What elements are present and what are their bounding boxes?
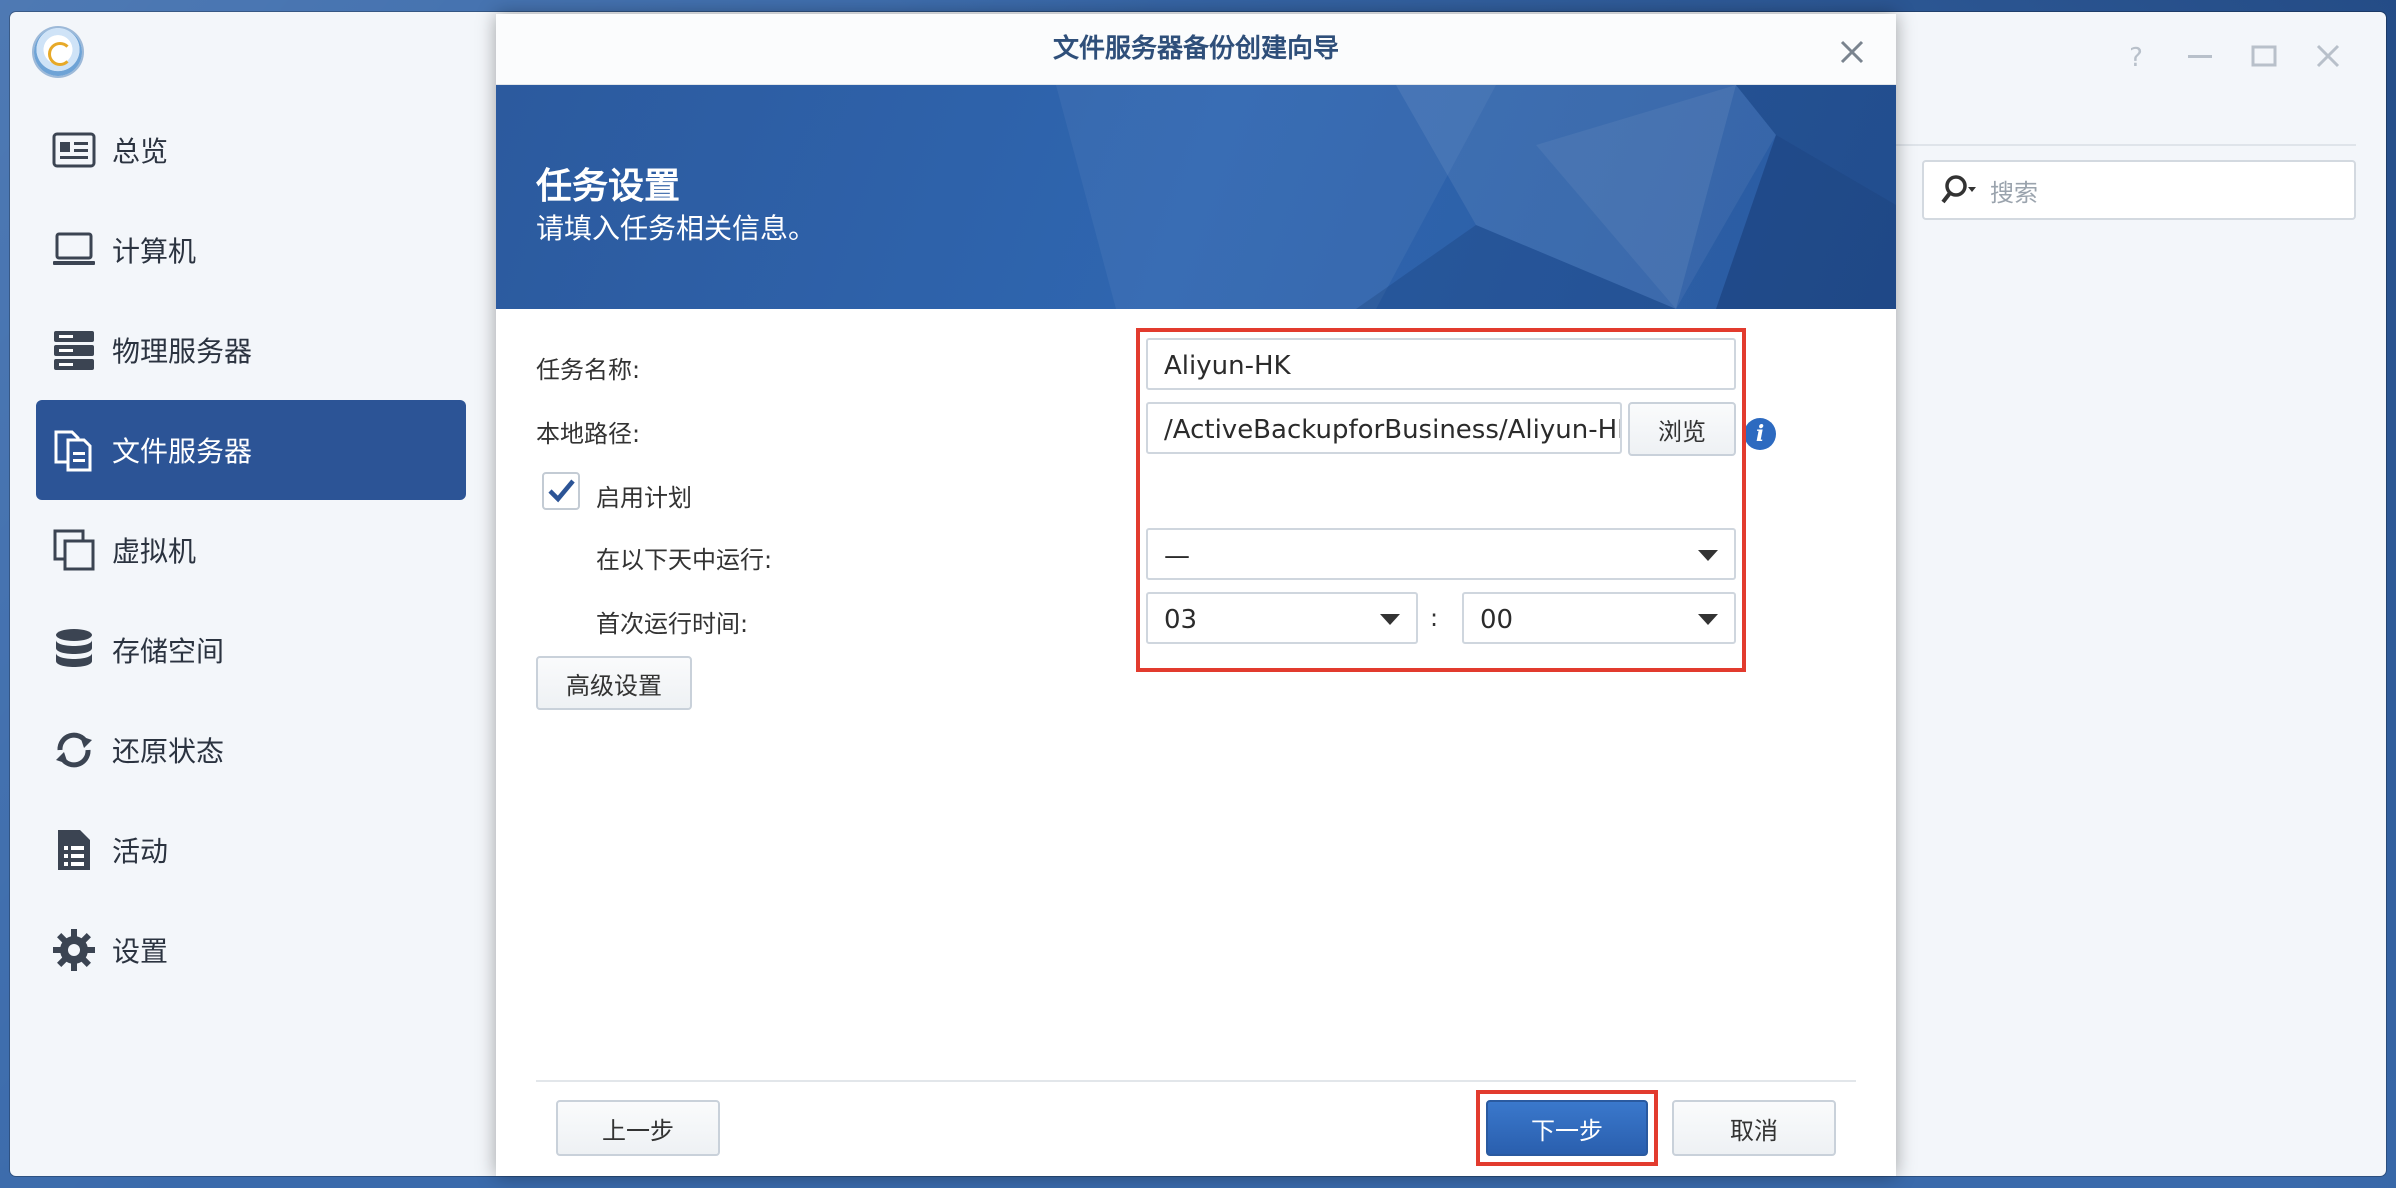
task-name-label: 任务名称: xyxy=(536,356,641,384)
dialog-title: 文件服务器备份创建向导 xyxy=(1052,34,1339,64)
active-backup-logo-icon xyxy=(34,28,82,76)
wizard-banner: 任务设置 请填入任务相关信息。 xyxy=(496,85,1896,309)
advanced-settings-label: 高级设置 xyxy=(566,671,662,700)
checkmark-icon xyxy=(548,479,575,503)
toolbar-divider xyxy=(1890,144,2356,146)
dialog-title-bar: 文件服务器备份创建向导 xyxy=(496,14,1896,85)
svg-text:?: ? xyxy=(2129,43,2143,73)
sidebar-item-physical-server[interactable]: 物理服务器 xyxy=(36,300,466,400)
search-input[interactable]: 搜索 xyxy=(1922,160,2356,220)
sidebar-item-virtual-machine[interactable]: 虚拟机 xyxy=(36,500,466,600)
local-path-label: 本地路径: xyxy=(536,420,641,448)
footer-divider xyxy=(536,1080,1856,1082)
activity-list-icon xyxy=(50,826,98,874)
next-button[interactable]: 下一步 xyxy=(1486,1100,1648,1156)
sidebar-item-label: 总览 xyxy=(112,135,169,168)
sidebar-item-label: 存储空间 xyxy=(112,635,225,668)
sidebar-item-storage[interactable]: 存储空间 xyxy=(36,600,466,700)
enable-schedule-label: 启用计划 xyxy=(596,484,692,512)
help-icon[interactable]: ? xyxy=(2116,36,2156,76)
banner-polygon-pattern xyxy=(1056,85,1896,309)
file-server-icon xyxy=(50,426,98,474)
run-days-label: 在以下天中运行: xyxy=(596,546,773,574)
virtual-machine-icon xyxy=(50,526,98,574)
maximize-icon[interactable] xyxy=(2244,36,2284,76)
sidebar-item-label: 还原状态 xyxy=(112,735,225,768)
sidebar-item-label: 物理服务器 xyxy=(112,335,253,368)
sidebar-item-label: 活动 xyxy=(112,835,169,868)
database-icon xyxy=(50,626,98,674)
next-button-label: 下一步 xyxy=(1531,1116,1603,1145)
laptop-icon xyxy=(50,226,98,274)
minimize-icon[interactable] xyxy=(2180,36,2220,76)
sidebar-item-settings[interactable]: 设置 xyxy=(36,900,466,1000)
wizard-dialog: 文件服务器备份创建向导 任务设置 请填入任务相关信息。 任务名称: Aliyun… xyxy=(496,14,1896,1176)
sidebar: 总览 计算机 物理服务器 文件服务器 虚拟机 存储空间 还原状态 活动 设置 xyxy=(36,100,466,1000)
dialog-close-icon[interactable] xyxy=(1832,29,1872,69)
previous-button-label: 上一步 xyxy=(602,1116,674,1145)
sidebar-item-label: 文件服务器 xyxy=(112,435,253,468)
gear-icon xyxy=(50,926,98,974)
banner-heading: 任务设置 xyxy=(536,166,681,207)
advanced-settings-button[interactable]: 高级设置 xyxy=(536,656,692,710)
info-icon[interactable]: i xyxy=(1744,418,1776,450)
close-icon[interactable] xyxy=(2308,36,2348,76)
first-run-label: 首次运行时间: xyxy=(596,610,749,638)
sidebar-item-label: 设置 xyxy=(112,935,169,968)
enable-schedule-checkbox[interactable] xyxy=(542,472,580,510)
search-placeholder: 搜索 xyxy=(1990,178,2038,207)
cancel-button-label: 取消 xyxy=(1730,1116,1778,1145)
sidebar-item-computer[interactable]: 计算机 xyxy=(36,200,466,300)
cancel-button[interactable]: 取消 xyxy=(1672,1100,1836,1156)
sidebar-item-activity[interactable]: 活动 xyxy=(36,800,466,900)
sidebar-item-overview[interactable]: 总览 xyxy=(36,100,466,200)
sidebar-item-restore-status[interactable]: 还原状态 xyxy=(36,700,466,800)
sidebar-item-file-server[interactable]: 文件服务器 xyxy=(36,400,466,500)
search-icon xyxy=(1940,172,1980,208)
sidebar-item-label: 虚拟机 xyxy=(112,535,197,568)
previous-button[interactable]: 上一步 xyxy=(556,1100,720,1156)
restore-sync-icon xyxy=(50,726,98,774)
highlight-box-form xyxy=(1136,328,1746,672)
server-rack-icon xyxy=(50,326,98,374)
banner-subheading: 请填入任务相关信息。 xyxy=(536,212,817,245)
sidebar-item-label: 计算机 xyxy=(112,235,197,268)
overview-card-icon xyxy=(50,126,98,174)
